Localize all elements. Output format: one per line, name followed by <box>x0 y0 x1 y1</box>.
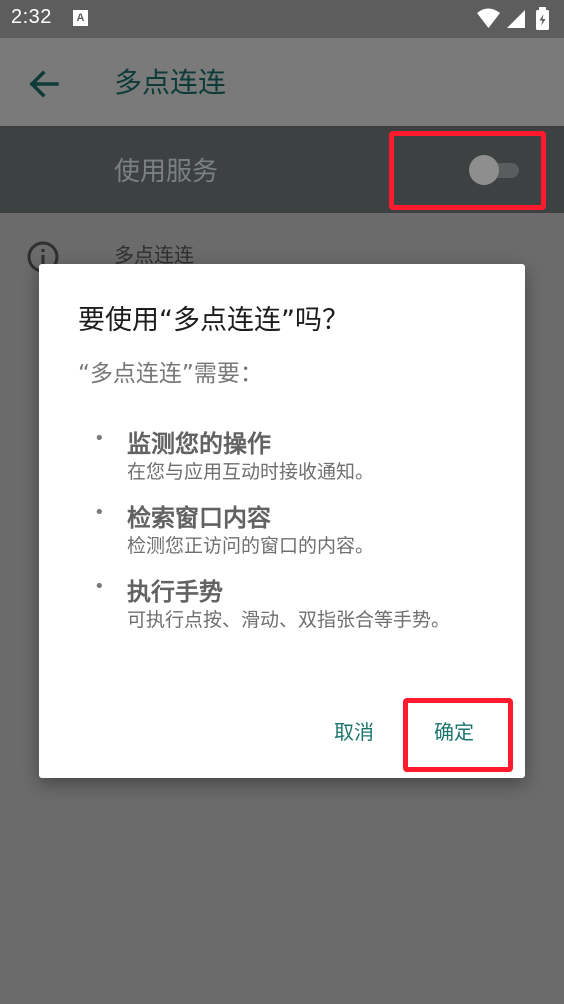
bullet: • <box>94 576 105 597</box>
cellular-signal-icon <box>507 10 525 28</box>
page-title: 多点连连 <box>114 66 227 99</box>
cancel-button[interactable]: 取消 <box>334 716 374 745</box>
bullet: • <box>94 502 105 523</box>
permission-title: 检索窗口内容 <box>127 504 271 532</box>
confirm-highlight-box <box>403 698 513 772</box>
toolbar: 多点连连 <box>0 38 564 126</box>
status-bar: 2:32 A <box>0 0 564 38</box>
bullet: • <box>94 428 105 449</box>
use-service-label: 使用服务 <box>114 157 219 187</box>
back-arrow-icon[interactable] <box>24 64 64 104</box>
permission-title: 监测您的操作 <box>127 430 271 458</box>
dialog-subtitle: “多点连连”需要： <box>78 361 263 387</box>
screen: 2:32 A 多点连连 使用服务 多点连连 要使用“多点连连”吗？ “多点连连”… <box>0 0 564 1004</box>
permission-description: 在您与应用互动时接收通知。 <box>127 461 375 483</box>
wifi-icon <box>477 8 500 28</box>
status-time: 2:32 <box>11 6 52 28</box>
battery-icon <box>536 7 549 30</box>
permission-description: 检测您正访问的窗口的内容。 <box>127 535 375 557</box>
accessibility-notification-icon: A <box>73 10 88 26</box>
toggle-highlight-box <box>389 131 546 210</box>
status-icons <box>477 7 549 30</box>
dialog-title: 要使用“多点连连”吗？ <box>78 305 349 336</box>
permission-description: 可执行点按、滑动、双指张合等手势。 <box>127 609 451 631</box>
permission-title: 执行手势 <box>127 578 223 606</box>
